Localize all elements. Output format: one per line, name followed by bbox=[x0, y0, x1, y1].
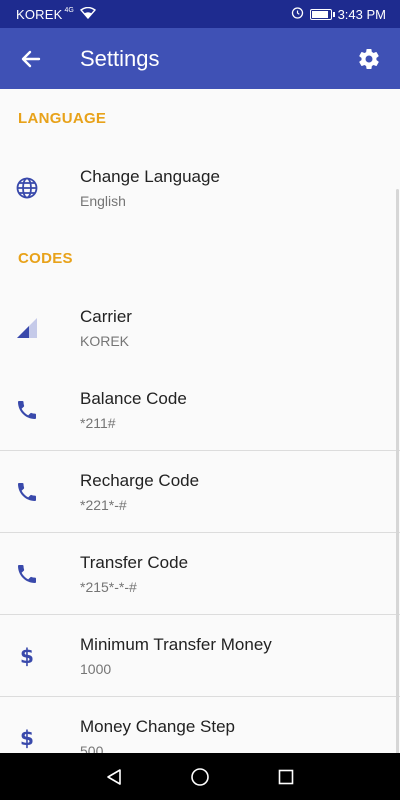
alarm-icon bbox=[291, 6, 304, 22]
pref-summary: *211# bbox=[80, 415, 116, 431]
globe-icon bbox=[0, 176, 80, 200]
pref-summary: *215*-*-# bbox=[80, 579, 137, 595]
pref-summary: 500 bbox=[80, 743, 104, 753]
svg-text:$: $ bbox=[20, 726, 34, 750]
home-circle-icon[interactable] bbox=[188, 765, 212, 789]
arrow-back-icon[interactable] bbox=[0, 28, 62, 89]
recents-square-icon[interactable] bbox=[274, 765, 298, 789]
pref-recharge-code[interactable]: Recharge Code *221*-# bbox=[0, 451, 400, 533]
gear-icon[interactable] bbox=[338, 28, 400, 89]
app-bar: Settings bbox=[0, 28, 400, 89]
pref-title: Carrier bbox=[80, 307, 132, 326]
pref-balance-code[interactable]: Balance Code *211# bbox=[0, 369, 400, 451]
network-badge: 4G bbox=[64, 6, 74, 14]
pref-title: Balance Code bbox=[80, 389, 187, 408]
pref-title: Minimum Transfer Money bbox=[80, 635, 272, 654]
pref-summary: English bbox=[80, 193, 126, 209]
section-header-language: LANGUAGE bbox=[18, 109, 107, 127]
section-header-codes: CODES bbox=[18, 249, 73, 267]
back-triangle-icon[interactable] bbox=[102, 765, 126, 789]
wifi-icon bbox=[79, 6, 96, 22]
phone-icon bbox=[0, 480, 80, 504]
pref-carrier[interactable]: Carrier KOREK bbox=[0, 287, 400, 369]
pref-title: Change Language bbox=[80, 167, 220, 186]
pref-summary: KOREK bbox=[80, 333, 130, 349]
settings-list: LANGUAGE Change Language English CODES C… bbox=[0, 89, 400, 753]
battery-icon bbox=[309, 8, 335, 20]
pref-summary: *221*-# bbox=[80, 497, 127, 513]
svg-text:$: $ bbox=[20, 644, 34, 668]
carrier-name: KOREK bbox=[16, 6, 63, 22]
signal-icon bbox=[0, 316, 80, 340]
pref-transfer-code[interactable]: Transfer Code *215*-*-# bbox=[0, 533, 400, 615]
system-nav-bar bbox=[0, 753, 400, 800]
pref-title: Recharge Code bbox=[80, 471, 200, 490]
pref-minimum-transfer-money[interactable]: $ Minimum Transfer Money 1000 bbox=[0, 615, 400, 697]
phone-icon bbox=[0, 398, 80, 422]
dollar-icon: $ bbox=[0, 644, 80, 668]
pref-change-language[interactable]: Change Language English bbox=[0, 147, 400, 229]
page-title: Settings bbox=[80, 45, 160, 71]
pref-summary: 1000 bbox=[80, 661, 112, 677]
status-time: 3:43 PM bbox=[337, 6, 386, 22]
dollar-icon: $ bbox=[0, 726, 80, 750]
phone-icon bbox=[0, 562, 80, 586]
pref-title: Transfer Code bbox=[80, 553, 189, 572]
status-bar: KOREK 4G 3:43 PM bbox=[0, 0, 400, 28]
scrollbar[interactable] bbox=[396, 189, 399, 753]
pref-money-change-step[interactable]: $ Money Change Step 500 bbox=[0, 697, 400, 753]
pref-title: Money Change Step bbox=[80, 717, 235, 736]
